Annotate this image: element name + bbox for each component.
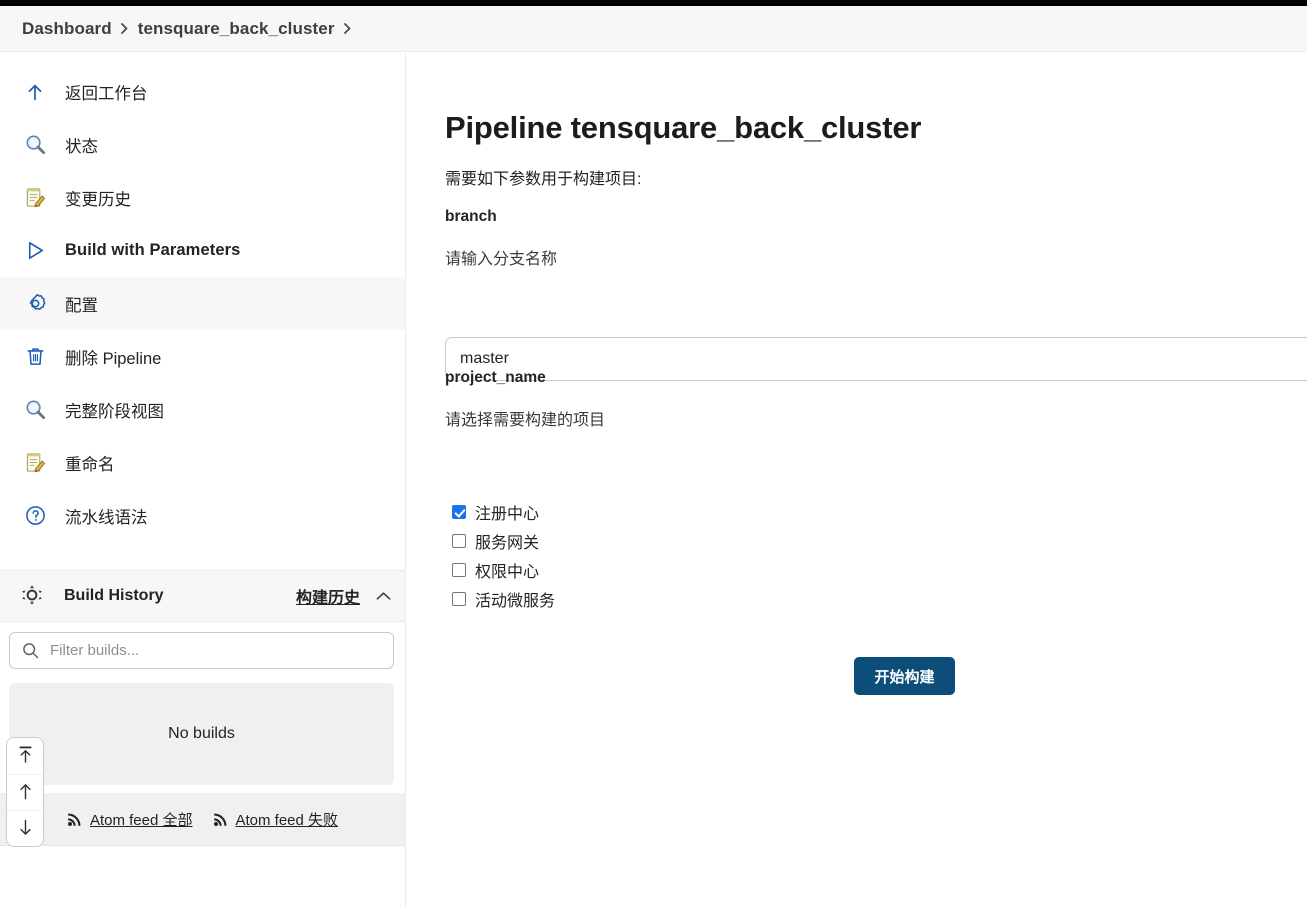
atom-feed-all-link[interactable]: Atom feed 全部 xyxy=(67,809,193,830)
notepad-pencil-icon xyxy=(22,450,48,476)
sidebar-item-label: Build with Parameters xyxy=(65,241,241,259)
branch-input[interactable] xyxy=(445,337,1307,381)
magnifier-icon xyxy=(22,132,48,158)
atom-feed-all-label: Atom feed 全部 xyxy=(89,811,193,829)
chevron-up-icon[interactable] xyxy=(376,591,391,601)
scroll-down-button[interactable] xyxy=(7,810,43,846)
breadcrumb-dashboard[interactable]: Dashboard xyxy=(22,19,112,39)
sidebar-item-rename[interactable]: 重命名 xyxy=(0,436,405,489)
chevron-right-icon xyxy=(112,23,138,34)
checkbox-label: 注册中心 xyxy=(475,505,540,523)
rss-icon xyxy=(67,811,83,827)
build-history-header[interactable]: Build History 构建历史 xyxy=(0,570,405,622)
parameter-name-project: project_name xyxy=(445,369,546,386)
sidebar-item-delete-pipeline[interactable]: 删除 Pipeline xyxy=(0,330,405,383)
sidebar-item-label: 完整阶段视图 xyxy=(65,402,164,421)
sidebar-item-label: 返回工作台 xyxy=(65,84,148,103)
build-filter-input[interactable] xyxy=(9,632,394,669)
sidebar-item-label: 配置 xyxy=(65,296,98,315)
sidebar: 返回工作台 状态 变更历史 Build with Parameters 配置 删… xyxy=(0,53,406,907)
project-checkbox-group: 注册中心 服务网关 权限中心 活动微服务 xyxy=(452,497,555,613)
no-builds-text: No builds xyxy=(168,725,235,742)
main-content: Pipeline tensquare_back_cluster 需要如下参数用于… xyxy=(406,53,1307,907)
rss-icon xyxy=(213,811,229,827)
breadcrumb: Dashboard tensquare_back_cluster xyxy=(0,6,1307,52)
question-circle-icon xyxy=(22,503,48,529)
parameter-name-branch: branch xyxy=(445,208,497,225)
checkbox-unchecked-icon[interactable] xyxy=(452,562,466,577)
checkbox-row[interactable]: 注册中心 xyxy=(452,497,555,526)
scroll-up-button[interactable] xyxy=(7,774,43,810)
build-history-title: Build History xyxy=(64,587,164,604)
parameter-description-branch: 请输入分支名称 xyxy=(445,251,558,268)
sidebar-item-configure[interactable]: 配置 xyxy=(0,277,405,330)
sidebar-item-label: 删除 Pipeline xyxy=(65,349,162,368)
start-build-button[interactable]: 开始构建 xyxy=(854,657,955,695)
scroll-to-top-icon xyxy=(17,745,34,767)
atom-feed-failed-label: Atom feed 失败 xyxy=(235,811,339,829)
arrow-down-icon xyxy=(17,818,34,840)
play-triangle-icon xyxy=(22,238,48,264)
no-builds-panel: No builds xyxy=(9,683,394,785)
checkbox-label: 权限中心 xyxy=(475,563,540,581)
parameter-description-project: 请选择需要构建的项目 xyxy=(445,412,606,429)
atom-feed-failed-link[interactable]: Atom feed 失败 xyxy=(213,809,339,830)
checkbox-checked-icon[interactable] xyxy=(452,504,466,519)
gear-icon xyxy=(22,291,48,317)
arrow-up-icon xyxy=(22,79,48,105)
sidebar-item-change-history[interactable]: 变更历史 xyxy=(0,171,405,224)
sidebar-item-status[interactable]: 状态 xyxy=(0,118,405,171)
build-history-link[interactable]: 构建历史 xyxy=(296,584,360,608)
parameters-intro: 需要如下参数用于构建项目: xyxy=(445,171,642,188)
scroll-dock xyxy=(6,737,44,847)
sidebar-item-label: 状态 xyxy=(65,137,98,156)
sidebar-item-label: 流水线语法 xyxy=(65,508,148,527)
checkbox-unchecked-icon[interactable] xyxy=(452,591,466,606)
sidebar-nav: 返回工作台 状态 变更历史 Build with Parameters 配置 删… xyxy=(0,53,405,542)
arrow-up-icon xyxy=(17,782,34,804)
scroll-to-top-button[interactable] xyxy=(7,738,43,774)
build-history-icon xyxy=(20,583,46,609)
checkbox-row[interactable]: 活动微服务 xyxy=(452,584,555,613)
checkbox-unchecked-icon[interactable] xyxy=(452,533,466,548)
checkbox-label: 活动微服务 xyxy=(475,592,556,610)
body-area: 返回工作台 状态 变更历史 Build with Parameters 配置 删… xyxy=(0,53,1307,907)
sidebar-item-pipeline-syntax[interactable]: 流水线语法 xyxy=(0,489,405,542)
atom-feed-bar: Atom feed 全部 Atom feed 失败 xyxy=(0,793,405,846)
chevron-right-icon-trailing[interactable] xyxy=(335,23,361,34)
checkbox-row[interactable]: 权限中心 xyxy=(452,555,555,584)
breadcrumb-job[interactable]: tensquare_back_cluster xyxy=(138,19,335,39)
sidebar-item-label: 重命名 xyxy=(65,455,115,474)
page-title: Pipeline tensquare_back_cluster xyxy=(445,109,922,145)
trash-icon xyxy=(22,344,48,370)
magnifier-icon xyxy=(22,397,48,423)
sidebar-item-label: 变更历史 xyxy=(65,190,131,209)
checkbox-row[interactable]: 服务网关 xyxy=(452,526,555,555)
sidebar-item-build-with-parameters[interactable]: Build with Parameters xyxy=(0,224,405,277)
checkbox-label: 服务网关 xyxy=(475,534,540,552)
notepad-pencil-icon xyxy=(22,185,48,211)
build-filter-wrapper xyxy=(9,632,394,669)
sidebar-item-back-to-dashboard[interactable]: 返回工作台 xyxy=(0,65,405,118)
sidebar-item-full-stage-view[interactable]: 完整阶段视图 xyxy=(0,383,405,436)
